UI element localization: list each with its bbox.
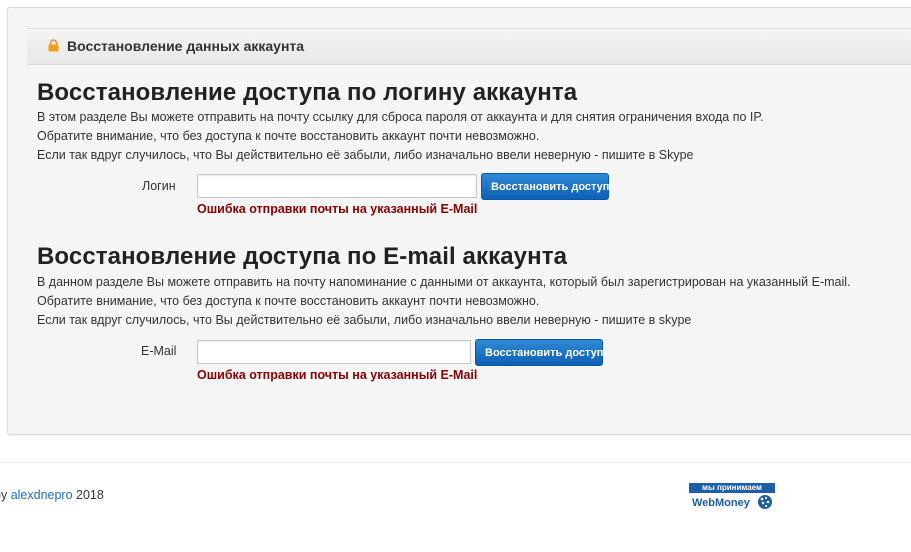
login-error-message: Ошибка отправки почты на указанный E-Mai…: [197, 202, 478, 216]
panel-title: Восстановление данных аккаунта: [67, 38, 305, 54]
webmoney-globe-icon: [758, 495, 772, 509]
footer-divider: [0, 462, 911, 463]
webmoney-name: WebMoney: [692, 497, 750, 509]
login-recover-button[interactable]: Восстановить доступ: [481, 173, 609, 200]
login-input[interactable]: [197, 174, 477, 198]
footer-year: 2018: [72, 488, 104, 502]
panel-header: Восстановление данных аккаунта: [27, 28, 911, 65]
email-desc-line-2: Обратите внимание, что без доступа к поч…: [37, 294, 540, 308]
footer-copyright: by alexdnepro 2018: [0, 488, 104, 502]
email-input[interactable]: [197, 340, 471, 364]
email-error-message: Ошибка отправки почты на указанный E-Mai…: [197, 368, 478, 382]
webmoney-badge[interactable]: мы принимаем WebMoney: [689, 483, 776, 513]
login-section-title: Восстановление доступа по логину аккаунт…: [37, 79, 578, 106]
webmoney-badge-caption: мы принимаем: [689, 483, 775, 493]
login-section-description: В этом разделе Вы можете отправить на по…: [37, 108, 764, 165]
email-label: E-Mail: [141, 344, 177, 358]
author-link[interactable]: alexdnepro: [11, 488, 73, 502]
login-label: Логин: [142, 179, 176, 193]
email-desc-line-3: Если так вдруг случилось, что Вы действи…: [37, 313, 692, 327]
email-recover-button[interactable]: Восстановить доступ: [475, 339, 603, 366]
email-section-description: В данном разделе Вы можете отправить на …: [37, 273, 851, 330]
login-desc-line-1: В этом разделе Вы можете отправить на по…: [37, 110, 764, 124]
email-section-title: Восстановление доступа по E-mail аккаунт…: [37, 243, 568, 270]
email-desc-line-1: В данном разделе Вы можете отправить на …: [37, 275, 851, 289]
login-desc-line-3: Если так вдруг случилось, что Вы действи…: [37, 148, 694, 162]
login-desc-line-2: Обратите внимание, что без доступа к поч…: [37, 129, 540, 143]
footer-prefix: by: [0, 488, 8, 502]
lock-icon: [48, 39, 59, 52]
